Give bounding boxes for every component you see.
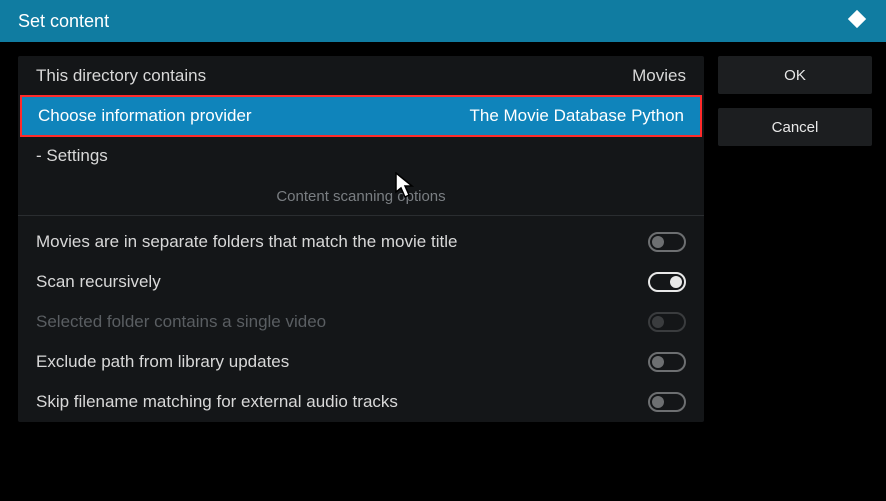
option-label: Exclude path from library updates xyxy=(36,352,648,372)
choose-provider-label: Choose information provider xyxy=(38,106,469,126)
settings-label: - Settings xyxy=(36,146,686,166)
toggle-icon[interactable] xyxy=(648,232,686,252)
option-scan-recursively[interactable]: Scan recursively xyxy=(18,262,704,302)
directory-contains-row[interactable]: This directory contains Movies xyxy=(18,56,704,96)
directory-contains-label: This directory contains xyxy=(36,66,632,86)
main-panel: This directory contains Movies Choose in… xyxy=(18,56,704,422)
toggle-icon[interactable] xyxy=(648,352,686,372)
option-skip-filename-matching[interactable]: Skip filename matching for external audi… xyxy=(18,382,704,422)
settings-row[interactable]: - Settings xyxy=(18,136,704,176)
toggle-icon[interactable] xyxy=(648,272,686,292)
option-single-video: Selected folder contains a single video xyxy=(18,302,704,342)
option-label: Scan recursively xyxy=(36,272,648,292)
dialog-header: Set content xyxy=(0,0,886,42)
option-separate-folders[interactable]: Movies are in separate folders that matc… xyxy=(18,222,704,262)
divider xyxy=(18,215,704,216)
cancel-button[interactable]: Cancel xyxy=(718,108,872,146)
toggle-icon[interactable] xyxy=(648,392,686,412)
option-label: Movies are in separate folders that matc… xyxy=(36,232,648,252)
choose-provider-row[interactable]: Choose information provider The Movie Da… xyxy=(20,95,702,137)
toggle-icon xyxy=(648,312,686,332)
directory-contains-value: Movies xyxy=(632,66,686,86)
sidebar: OK Cancel xyxy=(718,56,872,422)
dialog-body: This directory contains Movies Choose in… xyxy=(0,42,886,436)
section-title: Content scanning options xyxy=(18,176,704,215)
ok-button[interactable]: OK xyxy=(718,56,872,94)
option-label: Skip filename matching for external audi… xyxy=(36,392,648,412)
dialog-title: Set content xyxy=(18,11,109,32)
option-label: Selected folder contains a single video xyxy=(36,312,648,332)
kodi-logo-icon xyxy=(846,8,868,35)
choose-provider-value: The Movie Database Python xyxy=(469,106,684,126)
option-exclude-path[interactable]: Exclude path from library updates xyxy=(18,342,704,382)
